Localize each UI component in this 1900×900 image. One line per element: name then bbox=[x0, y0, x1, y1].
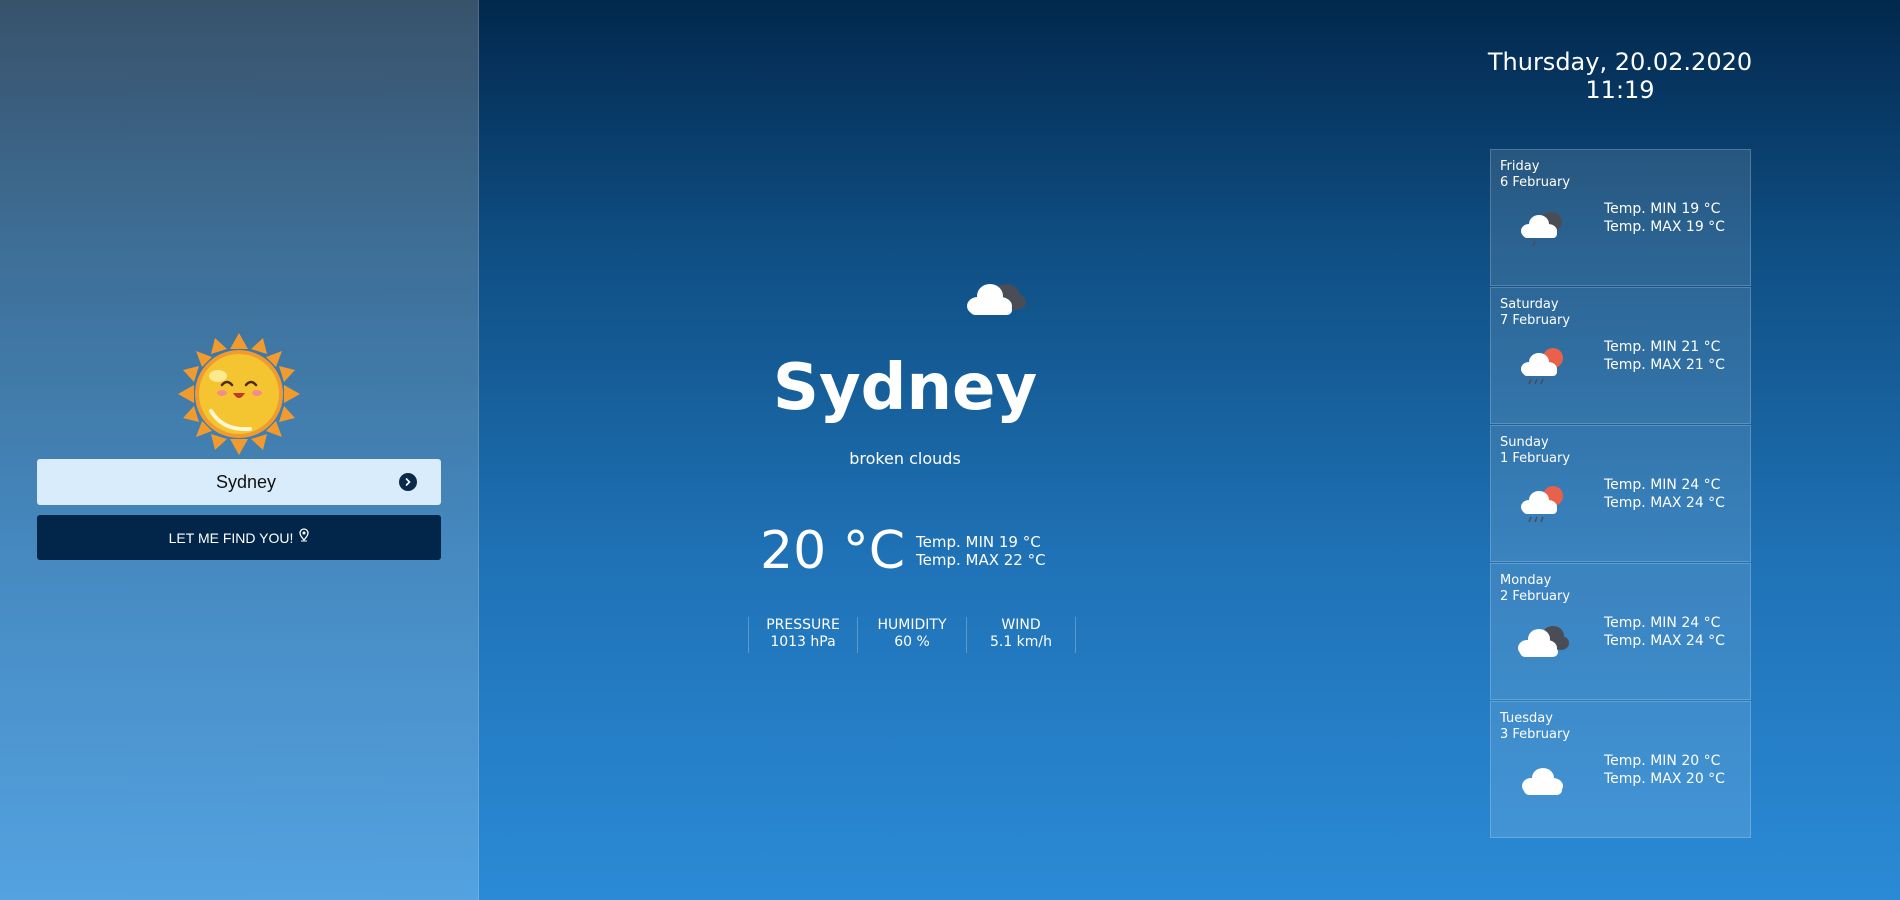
forecast-temp-max: Temp. MAX 24 °C bbox=[1604, 633, 1725, 649]
stat-wind: WIND 5.1 km/h bbox=[966, 617, 1076, 653]
sun-mascot-icon bbox=[178, 333, 300, 455]
cloud-rain-icon bbox=[1521, 212, 1562, 247]
stat-label: HUMIDITY bbox=[877, 617, 947, 633]
weather-app: LET ME FIND YOU! Sydney broken clouds 20… bbox=[0, 0, 1900, 900]
city-name: Sydney bbox=[772, 351, 1038, 425]
sun-cloud-rain-icon bbox=[1521, 486, 1563, 523]
search-panel: LET ME FIND YOU! bbox=[0, 0, 479, 900]
stat-value: 60 % bbox=[894, 634, 930, 650]
stat-label: PRESSURE bbox=[766, 617, 840, 633]
current-temp-min: Temp. MIN 19 °C bbox=[916, 533, 1041, 551]
forecast-weekday: Tuesday bbox=[1500, 711, 1553, 726]
current-date: Thursday, 20.02.2020 bbox=[1487, 48, 1753, 76]
forecast-temp-max: Temp. MAX 20 °C bbox=[1604, 771, 1725, 787]
forecast-date: 6 February bbox=[1500, 175, 1571, 190]
forecast-temp-range: Temp. MIN 24 °C Temp. MAX 24 °C bbox=[1604, 476, 1725, 512]
forecast-date: 1 February bbox=[1500, 451, 1571, 466]
forecast-day: Tuesday 3 February Temp. MIN 20 °C Temp.… bbox=[1490, 701, 1751, 838]
chevron-right-icon bbox=[405, 478, 411, 486]
forecast-day-label: Sunday 1 February bbox=[1500, 435, 1570, 467]
forecast-day: Friday 6 February Temp. MIN 19 °C Temp. … bbox=[1490, 149, 1751, 286]
stat-value: 5.1 km/h bbox=[989, 634, 1053, 650]
forecast-temp-max: Temp. MAX 24 °C bbox=[1604, 495, 1725, 511]
cloud-icon bbox=[1522, 768, 1563, 795]
forecast-weekday: Sunday bbox=[1500, 435, 1549, 450]
forecast-temp-range: Temp. MIN 21 °C Temp. MAX 21 °C bbox=[1604, 338, 1725, 374]
stat-label: WIND bbox=[1001, 617, 1041, 633]
forecast-day: Saturday 7 February Temp. MIN 21 °C Temp… bbox=[1490, 287, 1751, 424]
broken-clouds-icon bbox=[1518, 626, 1569, 657]
forecast-weekday: Monday bbox=[1500, 573, 1552, 588]
date-time: Thursday, 20.02.2020 11:19 bbox=[1450, 48, 1790, 104]
weather-stats: PRESSURE 1013 hPa HUMIDITY 60 % WIND 5.1… bbox=[748, 617, 1076, 653]
find-location-label: LET ME FIND YOU! bbox=[168, 529, 294, 546]
forecast-temp-min: Temp. MIN 19 °C bbox=[1604, 201, 1721, 217]
stat-value: 1013 hPa bbox=[770, 634, 836, 650]
forecast-day-label: Monday 2 February bbox=[1500, 573, 1570, 605]
current-temp-max: Temp. MAX 22 °C bbox=[916, 551, 1046, 569]
location-pin-icon bbox=[299, 527, 310, 541]
forecast-date: 3 February bbox=[1500, 727, 1571, 742]
current-time: 11:19 bbox=[1585, 76, 1655, 104]
forecast-temp-range: Temp. MIN 19 °C Temp. MAX 19 °C bbox=[1604, 200, 1725, 236]
forecast-temp-min: Temp. MIN 24 °C bbox=[1604, 477, 1721, 493]
city-search-input[interactable] bbox=[37, 459, 397, 505]
forecast-weekday: Saturday bbox=[1500, 297, 1559, 312]
forecast-temp-min: Temp. MIN 21 °C bbox=[1604, 339, 1721, 355]
forecast-day-label: Saturday 7 February bbox=[1500, 297, 1570, 329]
forecast-list: Friday 6 February Temp. MIN 19 °C Temp. … bbox=[1490, 149, 1751, 839]
find-location-button[interactable]: LET ME FIND YOU! bbox=[37, 515, 441, 560]
forecast-date: 2 February bbox=[1500, 589, 1571, 604]
forecast-temp-range: Temp. MIN 24 °C Temp. MAX 24 °C bbox=[1604, 614, 1725, 650]
forecast-weekday: Friday bbox=[1500, 159, 1540, 174]
sun-cloud-rain-icon bbox=[1521, 348, 1563, 385]
broken-clouds-icon bbox=[967, 284, 1026, 315]
current-temp-range: Temp. MIN 19 °C Temp. MAX 22 °C bbox=[916, 533, 1046, 569]
stat-pressure: PRESSURE 1013 hPa bbox=[748, 617, 857, 653]
forecast-temp-range: Temp. MIN 20 °C Temp. MAX 20 °C bbox=[1604, 752, 1725, 788]
forecast-day-label: Friday 6 February bbox=[1500, 159, 1570, 191]
forecast-temp-min: Temp. MIN 20 °C bbox=[1604, 753, 1721, 769]
forecast-date: 7 February bbox=[1500, 313, 1571, 328]
weather-description: broken clouds bbox=[849, 449, 961, 468]
city-search-box bbox=[37, 459, 441, 505]
forecast-day-label: Tuesday 3 February bbox=[1500, 711, 1570, 743]
forecast-temp-min: Temp. MIN 24 °C bbox=[1604, 615, 1721, 631]
forecast-temp-max: Temp. MAX 21 °C bbox=[1604, 357, 1725, 373]
search-submit-button[interactable] bbox=[399, 473, 417, 491]
forecast-day: Sunday 1 February Temp. MIN 24 °C Temp. … bbox=[1490, 425, 1751, 562]
forecast-day: Monday 2 February Temp. MIN 24 °C Temp. … bbox=[1490, 563, 1751, 700]
stat-humidity: HUMIDITY 60 % bbox=[857, 617, 966, 653]
forecast-temp-max: Temp. MAX 19 °C bbox=[1604, 219, 1725, 235]
current-temperature: 20 °C bbox=[760, 521, 906, 581]
